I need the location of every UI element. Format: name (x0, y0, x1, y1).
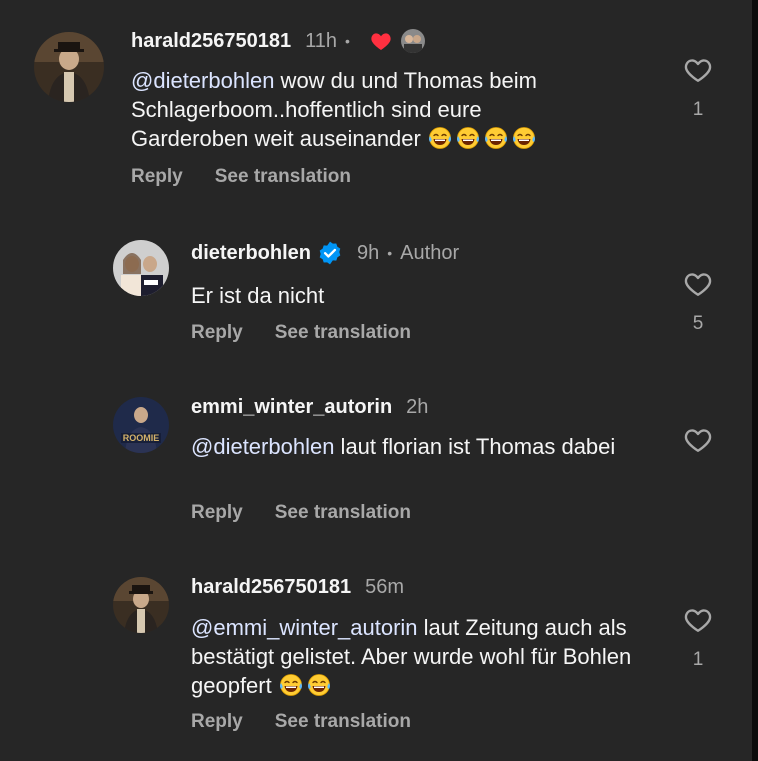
avatar[interactable] (113, 577, 169, 633)
see-translation-button[interactable]: See translation (215, 166, 351, 187)
author-avatar-mini (399, 28, 426, 54)
timestamp: 56m (365, 576, 405, 598)
heart-icon[interactable] (681, 425, 715, 455)
avatar[interactable] (113, 240, 169, 296)
comment-text: @emmi_winter_autorin laut Zeitung auch a… (191, 613, 661, 700)
heart-icon[interactable] (681, 605, 715, 635)
like-count: 1 (692, 649, 704, 670)
separator-dot: • (345, 33, 350, 49)
username[interactable]: dieterbohlen (191, 242, 311, 265)
red-heart-icon (368, 29, 394, 53)
like-count: 1 (692, 99, 704, 120)
comment-body: laut florian ist Thomas dabei (334, 434, 616, 459)
comments-panel: harald256750181 11h • @dieterbohlen wow … (0, 0, 752, 761)
heart-icon[interactable] (681, 55, 715, 85)
comment-text: @dieterbohlen laut florian ist Thomas da… (191, 432, 651, 461)
mention-link[interactable]: @dieterbohlen (131, 68, 274, 93)
see-translation-button[interactable]: See translation (275, 711, 411, 732)
timestamp: 2h (406, 396, 429, 418)
heart-icon[interactable] (681, 269, 715, 299)
see-translation-button[interactable]: See translation (275, 502, 411, 523)
reply-button[interactable]: Reply (191, 502, 243, 523)
avatar[interactable]: ROOMIE (113, 397, 169, 453)
mention-link[interactable]: @dieterbohlen (191, 434, 334, 459)
verified-badge-icon (317, 240, 343, 266)
laughing-emoji-icon (427, 126, 539, 151)
comment-item: harald256750181 11h • @dieterbohlen wow … (0, 0, 752, 200)
username[interactable]: emmi_winter_autorin (191, 396, 392, 419)
username[interactable]: harald256750181 (131, 30, 291, 53)
mention-link[interactable]: @emmi_winter_autorin (191, 615, 418, 640)
separator-dot: • (387, 245, 393, 261)
reply-button[interactable]: Reply (191, 322, 243, 343)
see-translation-button[interactable]: See translation (275, 322, 411, 343)
svg-text:ROOMIE: ROOMIE (123, 433, 160, 443)
avatar[interactable] (34, 32, 104, 102)
reply-button[interactable]: Reply (191, 711, 243, 732)
like-count: 5 (692, 313, 704, 334)
author-label: Author (400, 241, 460, 264)
username[interactable]: harald256750181 (191, 576, 351, 599)
timestamp: 11h (305, 29, 338, 52)
window-edge (752, 0, 758, 761)
laughing-emoji-icon (278, 673, 334, 698)
comment-text: @dieterbohlen wow du und Thomas beim Sch… (131, 66, 601, 153)
comment-text: Er ist da nicht (191, 283, 325, 308)
timestamp: 9h (357, 241, 380, 264)
reply-button[interactable]: Reply (131, 166, 183, 187)
